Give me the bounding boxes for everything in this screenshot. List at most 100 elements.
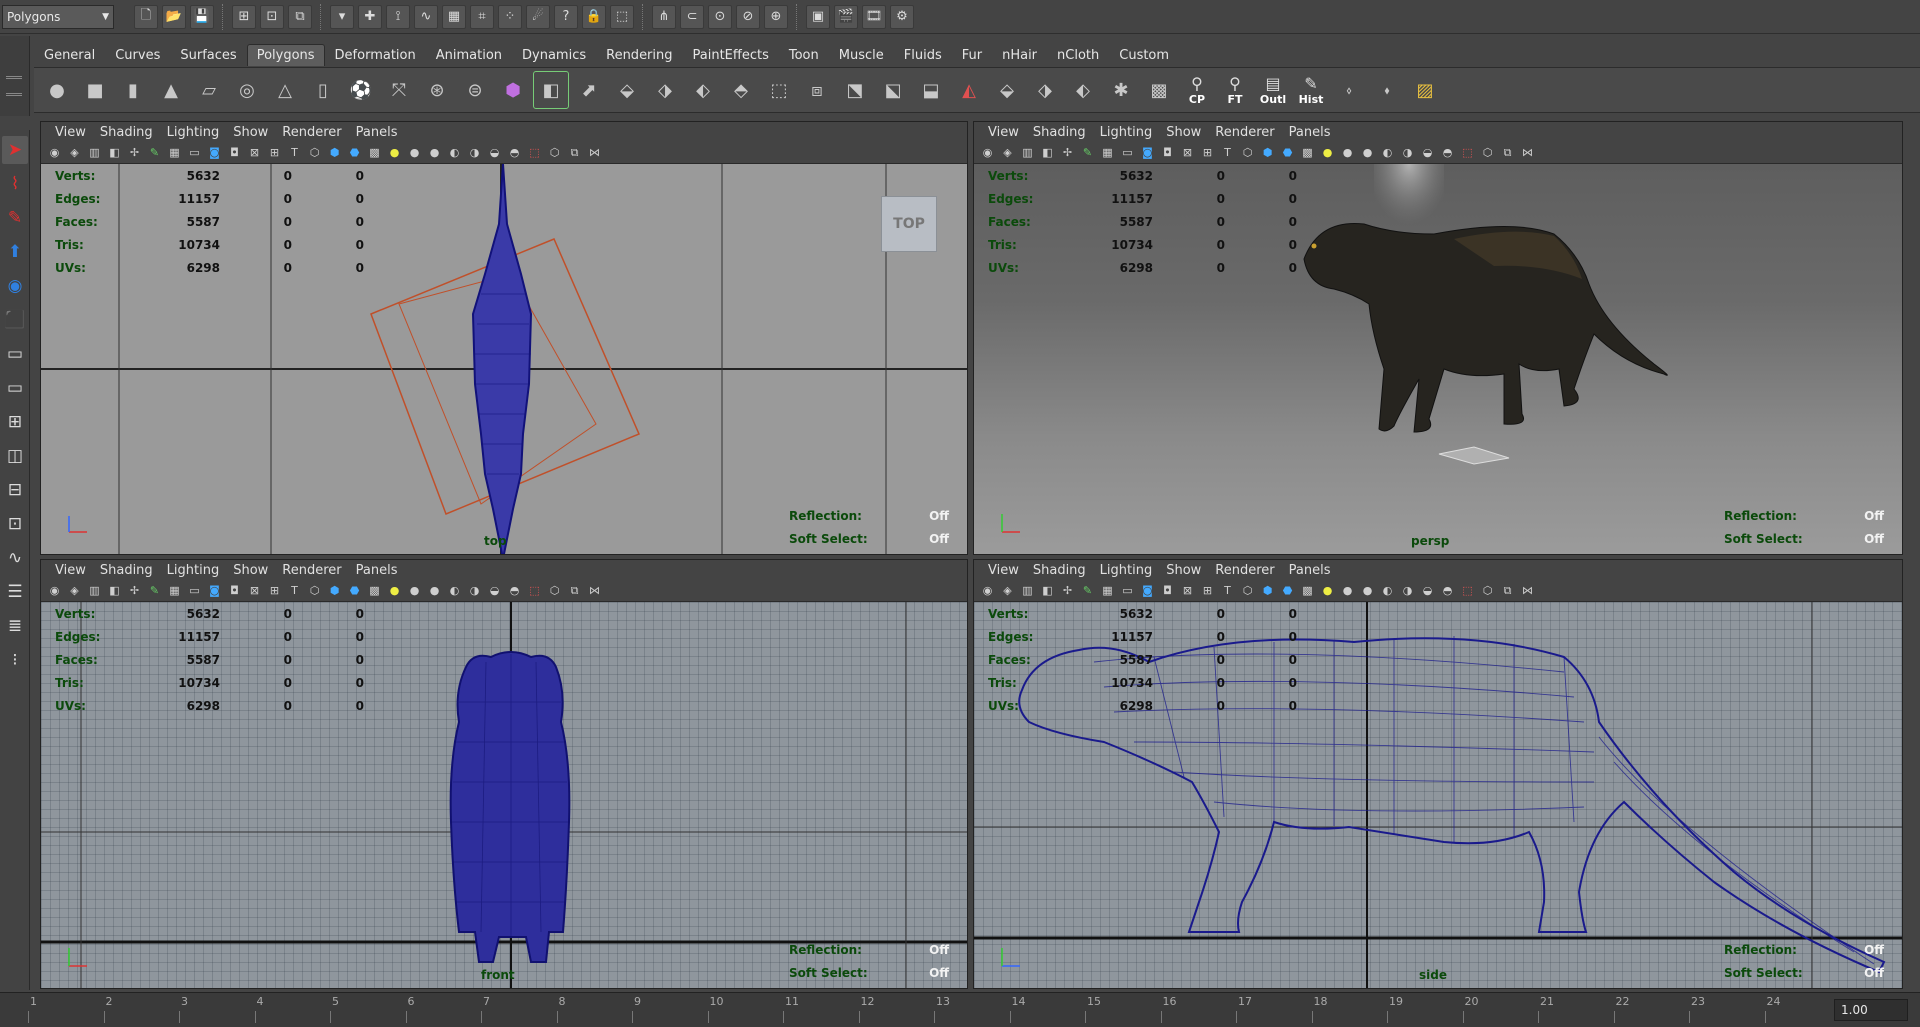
append-polygon-icon[interactable]: ⬗: [648, 72, 682, 108]
layout-dope-sheet-icon[interactable]: ☰: [2, 578, 28, 606]
isolate-select-icon[interactable]: ⬚: [527, 583, 542, 598]
image-plane-icon[interactable]: ◧: [1040, 583, 1055, 598]
outliner-button[interactable]: ▤ Outl: [1256, 72, 1290, 108]
panel-menu-lighting[interactable]: Lighting: [1100, 563, 1153, 578]
smooth-shade-icon[interactable]: ⬢: [327, 145, 342, 160]
gate-mask-icon[interactable]: ◘: [227, 583, 242, 598]
wireframe-icon[interactable]: ⬡: [1240, 145, 1255, 160]
shelf-tab-muscle[interactable]: Muscle: [829, 44, 894, 66]
shelf-tab-general[interactable]: General: [34, 44, 105, 66]
frame-all-icon[interactable]: ⧉: [567, 583, 582, 598]
ft-button[interactable]: ⚲ FT: [1218, 72, 1252, 108]
two-d-pan-icon[interactable]: ✢: [127, 145, 142, 160]
layout-custom-icon[interactable]: ⁝: [2, 646, 28, 674]
isolate-select-icon[interactable]: ⬚: [527, 145, 542, 160]
bookmarks-icon[interactable]: ▥: [1020, 145, 1035, 160]
paint-select-tool-icon[interactable]: ✎: [2, 204, 28, 232]
select-rendering-icon[interactable]: ☄: [526, 4, 550, 29]
frame-all-icon[interactable]: ⧉: [1500, 583, 1515, 598]
layout-persp-graph-icon[interactable]: ⊟: [2, 476, 28, 504]
view-cube[interactable]: TOP: [881, 196, 937, 252]
field-chart-icon[interactable]: ⊠: [1180, 145, 1195, 160]
rotate-tool-icon[interactable]: ◉: [2, 272, 28, 300]
make-live-icon[interactable]: ⊕: [764, 4, 788, 29]
poly-cone-icon[interactable]: ▲: [154, 72, 188, 108]
high-quality-icon[interactable]: ●: [427, 583, 442, 598]
shelf-tab-custom[interactable]: Custom: [1109, 44, 1179, 66]
camera-attributes-icon[interactable]: ◈: [1000, 583, 1015, 598]
panel-menu-shading[interactable]: Shading: [100, 125, 153, 140]
xray-joints-icon[interactable]: ◑: [1400, 583, 1415, 598]
select-tool-icon[interactable]: ➤: [2, 136, 28, 164]
xray-icon[interactable]: ◐: [1380, 145, 1395, 160]
safe-title-icon[interactable]: T: [1220, 583, 1235, 598]
safe-action-icon[interactable]: ⊞: [267, 583, 282, 598]
camera-attributes-icon[interactable]: ◈: [67, 583, 82, 598]
xray-joints-icon[interactable]: ◑: [467, 145, 482, 160]
panel-menu-show[interactable]: Show: [1166, 563, 1201, 578]
scale-tool-icon[interactable]: ⬛: [2, 306, 28, 334]
panel-menu-view[interactable]: View: [988, 125, 1019, 140]
snap-grid-icon[interactable]: ⋔: [652, 4, 676, 29]
camera-attributes-icon[interactable]: ◈: [67, 145, 82, 160]
resolution-gate-icon[interactable]: ◙: [207, 583, 222, 598]
extrude-icon[interactable]: ⬈: [572, 72, 606, 108]
isolate-select-icon[interactable]: ⬚: [1460, 145, 1475, 160]
field-chart-icon[interactable]: ⊠: [1180, 583, 1195, 598]
open-scene-icon[interactable]: 📂: [162, 4, 186, 29]
select-camera-icon[interactable]: ◉: [47, 583, 62, 598]
uv-editor-icon[interactable]: ▩: [1142, 72, 1176, 108]
share-icon[interactable]: ⋈: [1520, 583, 1535, 598]
panel-menu-show[interactable]: Show: [1166, 125, 1201, 140]
shadows-icon[interactable]: ●: [1340, 583, 1355, 598]
safe-title-icon[interactable]: T: [1220, 145, 1235, 160]
select-joints-icon[interactable]: ⟟: [386, 4, 410, 29]
panel-menu-view[interactable]: View: [988, 563, 1019, 578]
menu-set-select[interactable]: Polygons ▼: [2, 4, 114, 29]
select-handles-icon[interactable]: ✚: [358, 4, 382, 29]
wireframe-on-shaded-icon[interactable]: ⬣: [1280, 583, 1295, 598]
image-plane-icon[interactable]: ◧: [1040, 145, 1055, 160]
grid-icon[interactable]: ▦: [167, 583, 182, 598]
shelf-tab-surfaces[interactable]: Surfaces: [170, 44, 246, 66]
camera-attributes-icon[interactable]: ◈: [1000, 145, 1015, 160]
selection-mask-icon[interactable]: ▾: [330, 4, 354, 29]
grid-icon[interactable]: ▦: [167, 145, 182, 160]
shelf-tab-toon[interactable]: Toon: [779, 44, 829, 66]
panel-menu-shading[interactable]: Shading: [100, 563, 153, 578]
xray-icon[interactable]: ◐: [447, 583, 462, 598]
smooth-wireframe-icon[interactable]: ◓: [1440, 145, 1455, 160]
bridge-icon[interactable]: ⬙: [610, 72, 644, 108]
shelf-tab-fluids[interactable]: Fluids: [894, 44, 952, 66]
safe-action-icon[interactable]: ⊞: [267, 145, 282, 160]
smooth-icon[interactable]: ⬢: [496, 72, 530, 108]
textured-icon[interactable]: ▩: [1300, 145, 1315, 160]
panel-menu-view[interactable]: View: [55, 125, 86, 140]
planar-mapping-icon[interactable]: ⬙: [990, 72, 1024, 108]
bookmarks-icon[interactable]: ▥: [87, 583, 102, 598]
panel-menu-renderer[interactable]: Renderer: [282, 125, 341, 140]
select-camera-icon[interactable]: ◉: [980, 145, 995, 160]
share-icon[interactable]: ⋈: [587, 145, 602, 160]
center-pivot-icon[interactable]: ▨: [1408, 72, 1442, 108]
offset-edge-loop-icon[interactable]: ⧈: [800, 72, 834, 108]
panel-menu-panels[interactable]: Panels: [1289, 125, 1331, 140]
share-icon[interactable]: ⋈: [587, 583, 602, 598]
film-gate-icon[interactable]: ▭: [1120, 145, 1135, 160]
field-chart-icon[interactable]: ⊠: [247, 583, 262, 598]
isolate-select-icon[interactable]: ⬚: [1460, 583, 1475, 598]
xray-icon[interactable]: ◐: [447, 145, 462, 160]
cylindrical-mapping-icon[interactable]: ⬗: [1028, 72, 1062, 108]
snap-point-icon[interactable]: ⊙: [708, 4, 732, 29]
xray-joints-icon[interactable]: ◑: [1400, 145, 1415, 160]
high-quality-icon[interactable]: ●: [427, 145, 442, 160]
panel-menu-shading[interactable]: Shading: [1033, 563, 1086, 578]
render-current-frame-icon[interactable]: 🎬: [834, 4, 858, 29]
spherical-mapping-icon[interactable]: ⬖: [1066, 72, 1100, 108]
backface-culling-icon[interactable]: ◒: [487, 145, 502, 160]
last-tool-icon[interactable]: ▭: [2, 340, 28, 368]
shelf-tab-nhair[interactable]: nHair: [992, 44, 1047, 66]
panel-menu-renderer[interactable]: Renderer: [282, 563, 341, 578]
gate-mask-icon[interactable]: ◘: [1160, 145, 1175, 160]
smooth-shade-icon[interactable]: ⬢: [327, 583, 342, 598]
